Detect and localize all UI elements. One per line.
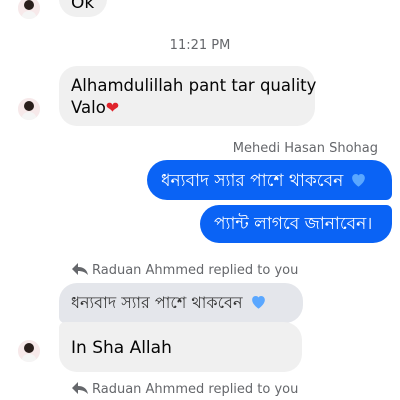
sender-name: Mehedi Hasan Shohag: [232, 141, 378, 156]
blue-heart-icon: [349, 170, 368, 189]
message-text: প্যান্ট লাগবে জানাবেন।: [214, 214, 373, 234]
avatar[interactable]: [18, 98, 40, 120]
incoming-message-bubble[interactable]: Alhamdulillah pant tar quality Valo❤: [59, 66, 317, 126]
reply-label: Raduan Ahmmed replied to you: [92, 382, 299, 397]
message-text: Ok: [71, 0, 95, 13]
message-text-line-2: Valo❤: [71, 97, 119, 118]
message-text-line-1: Alhamdulillah pant tar quality: [71, 76, 317, 95]
message-text: ধন্যবাদ স্যার পাশে থাকবেন: [161, 170, 368, 192]
outgoing-message-bubble[interactable]: ধন্যবাদ স্যার পাশে থাকবেন: [147, 160, 392, 200]
reply-arrow-icon: [72, 263, 88, 275]
message-text: Valo: [71, 98, 106, 117]
reply-indicator: Raduan Ahmmed replied to you: [72, 263, 298, 278]
message-text: In Sha Allah: [71, 338, 172, 358]
incoming-message-bubble[interactable]: Ok: [59, 0, 107, 17]
reply-arrow-icon: [72, 382, 88, 394]
outgoing-message-bubble[interactable]: প্যান্ট লাগবে জানাবেন।: [200, 205, 392, 243]
blue-heart-icon: [249, 292, 268, 311]
quoted-message-bubble[interactable]: ধন্যবাদ স্যার পাশে থাকবেন: [59, 283, 303, 323]
timestamp: 11:21 PM: [169, 38, 231, 53]
avatar[interactable]: [18, 340, 40, 362]
incoming-message-bubble[interactable]: In Sha Allah: [59, 322, 302, 372]
avatar[interactable]: [18, 0, 40, 19]
reply-label: Raduan Ahmmed replied to you: [92, 263, 299, 278]
quoted-text: ধন্যবাদ স্যার পাশে থাকবেন: [71, 292, 268, 313]
reply-indicator: Raduan Ahmmed replied to you: [72, 382, 298, 397]
red-heart-icon: ❤: [105, 98, 120, 117]
